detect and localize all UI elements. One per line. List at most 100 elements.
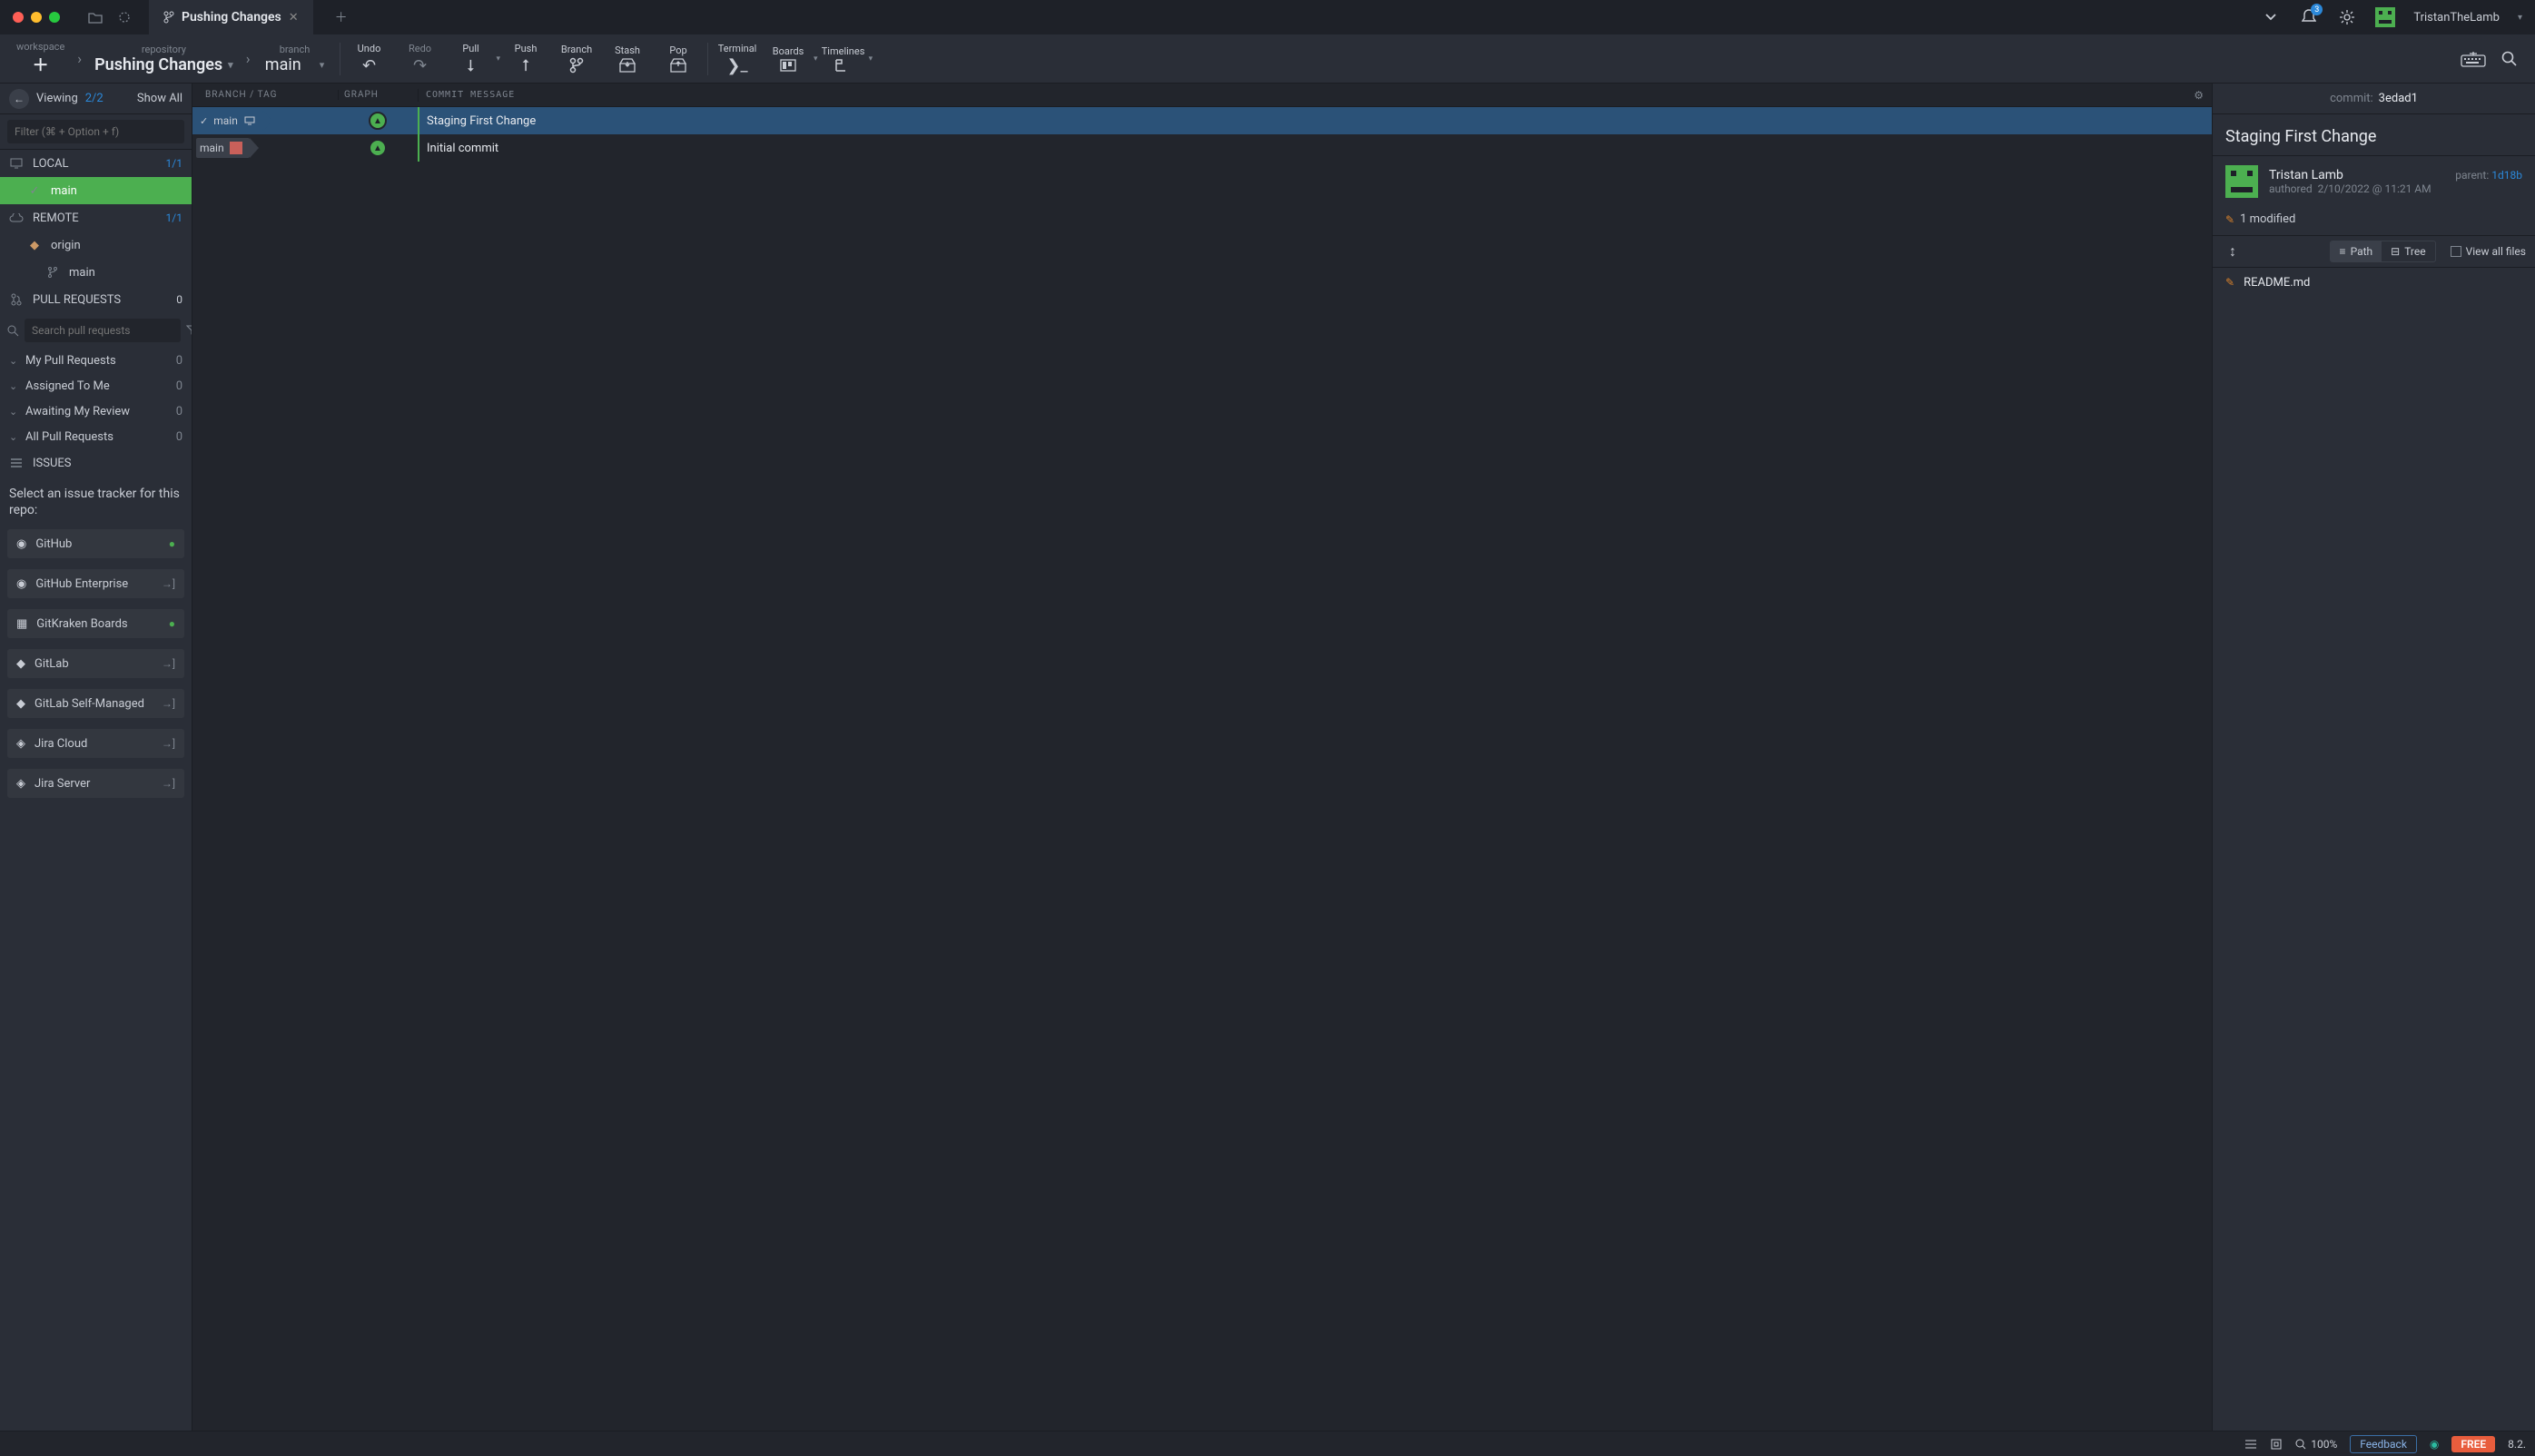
boards-button[interactable]: Boards [763, 34, 814, 84]
stash-button[interactable]: Stash [602, 34, 653, 84]
notifications-button[interactable]: 3 [2299, 7, 2319, 27]
pr-label: PULL REQUESTS [33, 293, 121, 307]
zoom-level: 100% [2311, 1438, 2337, 1451]
pr-category-my[interactable]: ⌄My Pull Requests0 [0, 348, 192, 373]
tracker-gitlab-self-managed[interactable]: ◆GitLab Self-Managed→] [7, 689, 184, 718]
repository-crumb[interactable]: repository Pushing Changes▾ [85, 44, 242, 74]
check-icon: ✓ [200, 115, 208, 127]
close-window-button[interactable] [13, 12, 24, 23]
commit-row[interactable]: main ▲ Initial commit [192, 134, 2212, 162]
sync-button[interactable] [2270, 1438, 2283, 1451]
graph-header: BRANCH / TAG GRAPH COMMIT MESSAGE ⚙ [192, 84, 2212, 107]
pull-request-icon [9, 293, 24, 306]
minimize-window-button[interactable] [31, 12, 42, 23]
chevron-down-icon[interactable] [2261, 7, 2281, 27]
branch-chip-local[interactable]: ✓ main [196, 111, 263, 131]
pull-requests-section[interactable]: PULL REQUESTS 0 [0, 286, 192, 313]
repository-label: repository [142, 44, 186, 55]
tree-view-button[interactable]: ⊟Tree [2382, 241, 2434, 261]
list-icon: ≡ [2340, 245, 2346, 258]
workspace-crumb[interactable]: workspace ＋ [7, 41, 74, 76]
show-all-button[interactable]: Show All [137, 92, 182, 105]
file-view-toggle: ≡Path ⊟Tree [2330, 241, 2436, 262]
statusbar: 100% Feedback ◉ FREE 8.2. [0, 1431, 2535, 1456]
branch-label: main [51, 184, 77, 198]
commit-hash-row: commit: 3edad1 [2213, 84, 2535, 114]
branch-icon [163, 11, 174, 24]
parent-label: parent: [2455, 169, 2489, 182]
plan-badge[interactable]: FREE [2451, 1436, 2495, 1452]
tracker-jira-server[interactable]: ◈Jira Server→] [7, 769, 184, 798]
branch-small-icon [45, 267, 60, 278]
zoom-control[interactable]: 100% [2295, 1438, 2337, 1451]
github-icon: ◉ [16, 537, 26, 551]
folder-icon[interactable] [85, 7, 105, 27]
commit-hash[interactable]: 3edad1 [2379, 92, 2418, 105]
branch-chip-remote[interactable]: main [196, 138, 250, 158]
tracker-github[interactable]: ◉GitHub● [7, 529, 184, 558]
gitlab-icon: ◆ [16, 657, 25, 671]
remote-branch-main[interactable]: main [0, 259, 192, 286]
branch-button[interactable]: Branch [551, 34, 602, 84]
issues-label: ISSUES [33, 457, 72, 470]
titlebar: Pushing Changes ✕ ＋ 3 TristanTheLamb ▾ [0, 0, 2535, 34]
modified-count: 1 modified [2240, 212, 2295, 226]
tracker-gitkraken-boards[interactable]: ▦GitKraken Boards● [7, 609, 184, 638]
keyboard-button[interactable] [2455, 51, 2491, 67]
connected-icon: ● [169, 537, 175, 550]
pr-search-input[interactable] [25, 319, 181, 342]
activity-log-button[interactable] [2244, 1440, 2257, 1449]
sort-button[interactable]: ↕ [2222, 241, 2244, 262]
checkbox-icon [2451, 246, 2461, 257]
remote-avatar-icon [230, 142, 242, 154]
timelines-button[interactable]: Timelines [818, 34, 869, 84]
filter-icon[interactable] [186, 325, 192, 336]
repo-tab[interactable]: Pushing Changes ✕ [149, 0, 313, 34]
pr-search-row [0, 313, 192, 348]
header-graph: GRAPH [338, 90, 418, 100]
tracker-jira-cloud[interactable]: ◈Jira Cloud→] [7, 729, 184, 758]
pr-category-assigned[interactable]: ⌄Assigned To Me0 [0, 373, 192, 398]
username-label: TristanTheLamb [2413, 11, 2500, 25]
remote-section[interactable]: REMOTE 1/1 [0, 204, 192, 231]
push-button[interactable]: Push ⭡ [500, 34, 551, 84]
settings-button[interactable] [2337, 7, 2357, 27]
close-tab-button[interactable]: ✕ [289, 11, 299, 25]
user-menu-caret[interactable]: ▾ [2518, 13, 2522, 23]
terminal-button[interactable]: Terminal ❯_ [712, 34, 763, 84]
pull-button[interactable]: Pull ⭣ [446, 34, 497, 84]
tracker-gitlab[interactable]: ◆GitLab→] [7, 649, 184, 678]
graph-settings-button[interactable]: ⚙ [2194, 89, 2205, 102]
remote-origin[interactable]: ◆ origin [0, 231, 192, 259]
redo-button[interactable]: Redo ↷ [395, 34, 446, 84]
commit-row[interactable]: ✓ main ▲ Staging First Change [192, 107, 2212, 134]
commit-hash-label: commit: [2330, 92, 2373, 105]
pop-button[interactable]: Pop [653, 34, 704, 84]
workspace-label: workspace [16, 41, 64, 53]
status-indicator[interactable]: ◉ [2430, 1438, 2439, 1451]
maximize-window-button[interactable] [49, 12, 60, 23]
undo-button[interactable]: Undo ↶ [344, 34, 395, 84]
tracker-github-enterprise[interactable]: ◉GitHub Enterprise→] [7, 569, 184, 598]
user-avatar[interactable] [2375, 7, 2395, 27]
pr-category-all[interactable]: ⌄All Pull Requests0 [0, 424, 192, 449]
issues-section[interactable]: ISSUES [0, 449, 192, 477]
local-branch-main[interactable]: ✓ main [0, 177, 192, 204]
changed-file[interactable]: ✎ README.md [2213, 268, 2535, 297]
branch-crumb[interactable]: branch main▾ [254, 44, 336, 74]
view-all-files-checkbox[interactable]: View all files [2451, 245, 2526, 258]
pr-category-awaiting[interactable]: ⌄Awaiting My Review0 [0, 398, 192, 424]
back-button[interactable]: ← [9, 89, 29, 109]
parent-hash[interactable]: 1d18b [2491, 169, 2522, 182]
timelines-dropdown[interactable]: ▾ [869, 54, 873, 64]
workspace-switcher-icon[interactable] [114, 7, 134, 27]
viewing-label: Viewing [36, 92, 78, 105]
branch-filter-input[interactable] [7, 120, 184, 143]
feedback-button[interactable]: Feedback [2350, 1435, 2417, 1453]
new-tab-button[interactable]: ＋ [331, 7, 351, 27]
header-commit-message: COMMIT MESSAGE ⚙ [418, 89, 2212, 102]
local-section[interactable]: LOCAL 1/1 [0, 150, 192, 177]
path-view-button[interactable]: ≡Path [2331, 241, 2382, 261]
search-button[interactable] [2491, 51, 2528, 67]
header-branch: BRANCH / TAG [192, 90, 338, 100]
